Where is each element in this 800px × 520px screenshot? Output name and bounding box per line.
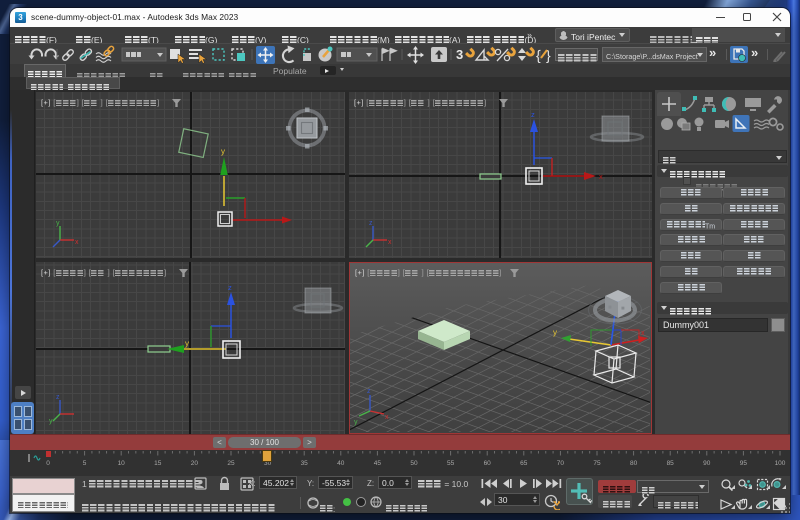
svg-text:y: y [185, 339, 189, 348]
svg-text:y: y [56, 220, 60, 227]
svg-text:y: y [221, 147, 225, 156]
svg-text:y: y [354, 419, 358, 426]
svg-text:y: y [49, 418, 53, 425]
svg-text:{: { [536, 47, 541, 63]
svg-text:z: z [228, 283, 232, 292]
svg-text:}: } [546, 47, 551, 63]
svg-text:z: z [531, 110, 535, 119]
svg-text:x: x [388, 239, 392, 246]
svg-text:z: z [369, 220, 373, 227]
svg-text:x: x [385, 414, 389, 421]
svg-text:■: ■ [608, 305, 612, 311]
svg-text:x: x [75, 239, 79, 246]
svg-text:x: x [599, 172, 603, 181]
svg-text:z: z [367, 388, 371, 395]
svg-text:y: y [553, 328, 557, 337]
svg-text:■: ■ [621, 306, 625, 312]
svg-text:x: x [641, 330, 645, 337]
svg-text:3: 3 [456, 47, 463, 62]
svg-text:z: z [56, 394, 60, 401]
